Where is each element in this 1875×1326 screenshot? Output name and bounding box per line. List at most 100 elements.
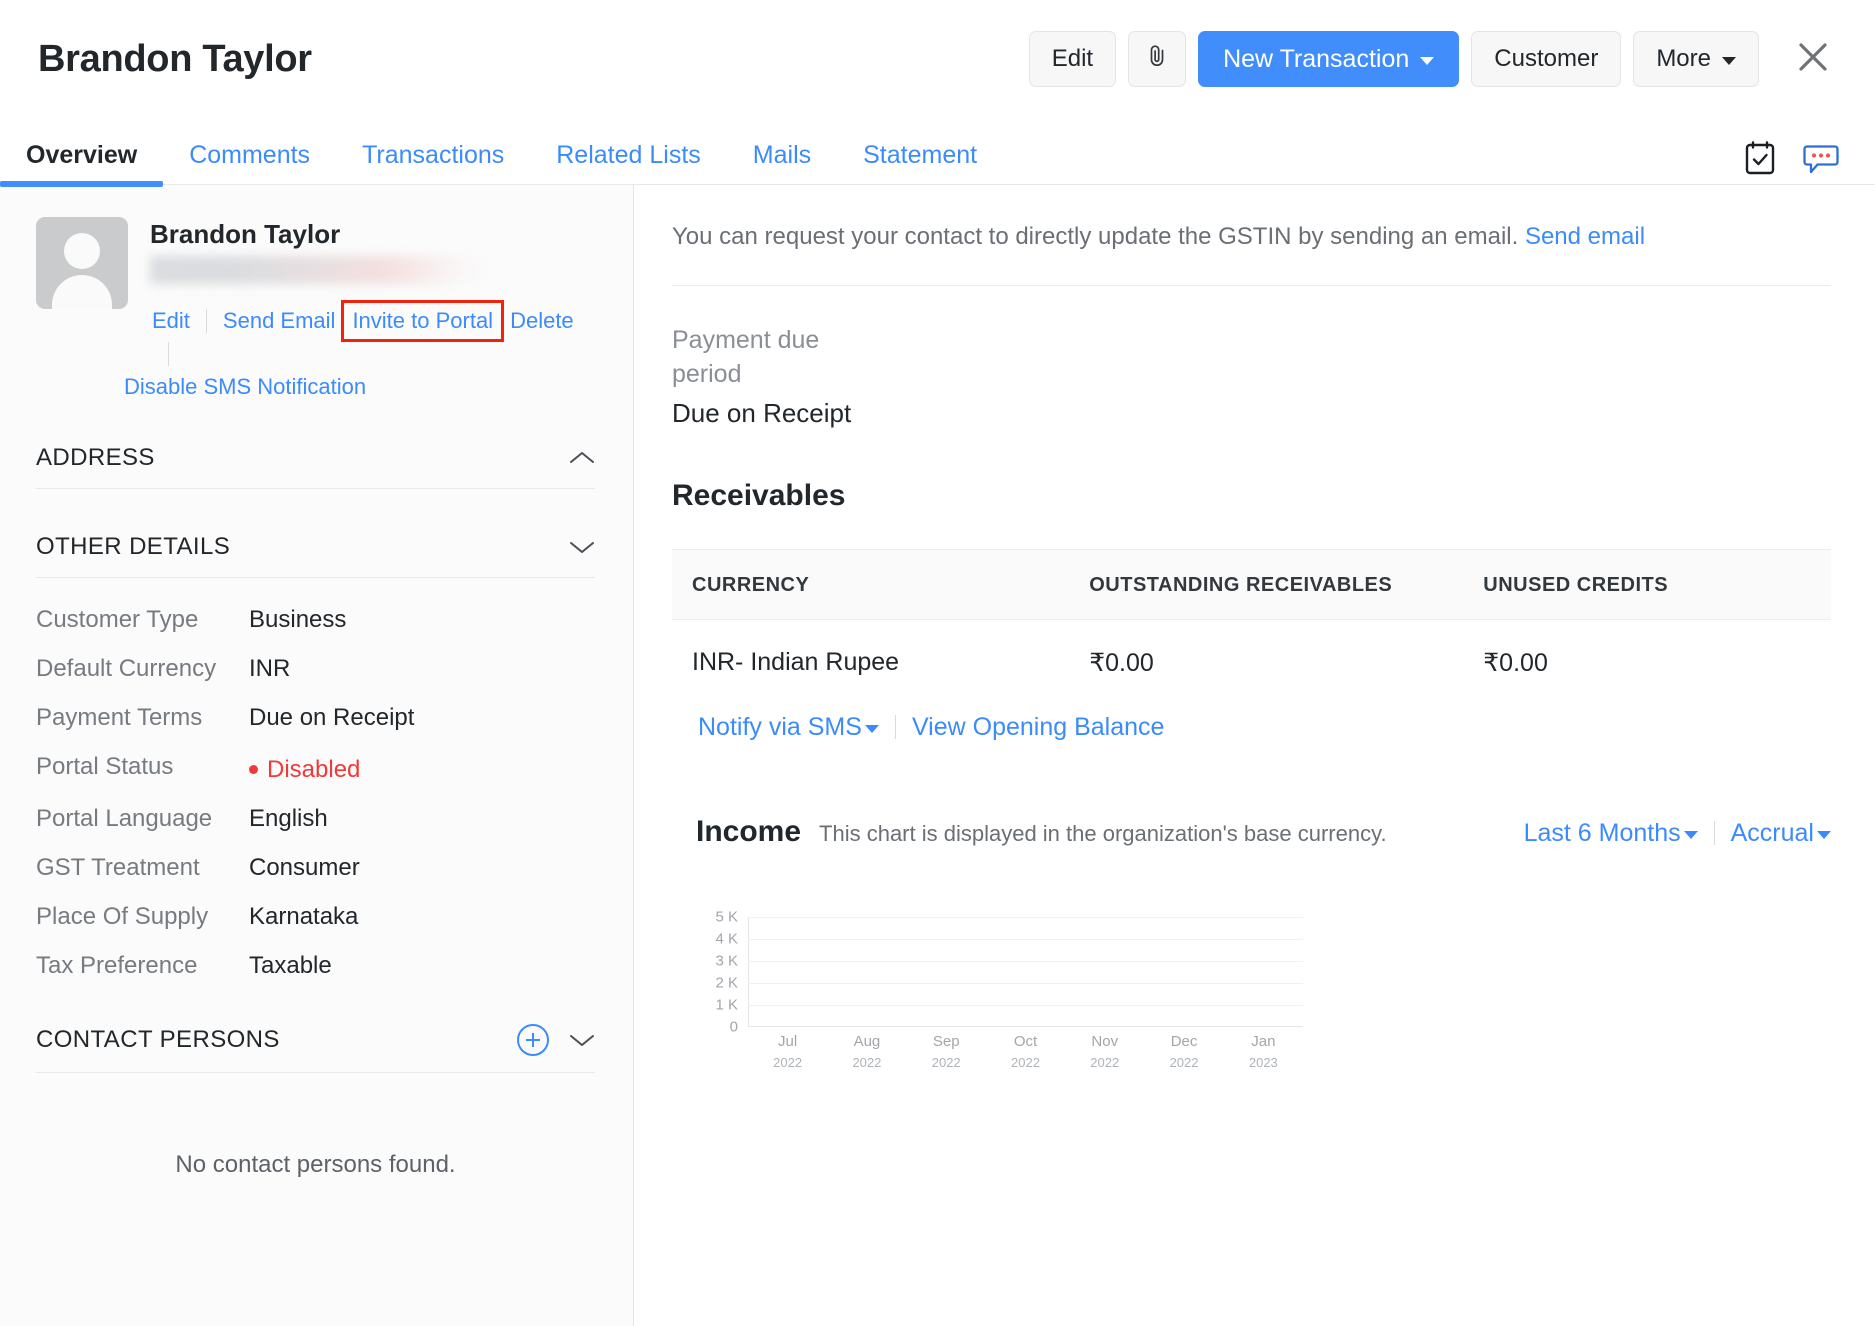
- disable-sms-notification-link[interactable]: Disable SMS Notification: [124, 371, 366, 402]
- status-badge-label: Disabled: [267, 756, 360, 784]
- chevron-up-icon[interactable]: [569, 450, 595, 466]
- chevron-down-icon[interactable]: [569, 539, 595, 555]
- detail-label: GST Treatment: [36, 854, 249, 882]
- gstin-note-text: You can request your contact to directly…: [672, 223, 1518, 250]
- tab-transactions[interactable]: Transactions: [336, 141, 530, 184]
- profile-delete-link[interactable]: Delete: [510, 305, 574, 337]
- section-other-details-title: OTHER DETAILS: [36, 533, 230, 561]
- y-tick-label: 0: [730, 1018, 738, 1035]
- chevron-down-icon[interactable]: [569, 1032, 595, 1048]
- customer-button[interactable]: Customer: [1471, 31, 1621, 87]
- x-tick-month: Sep: [933, 1033, 960, 1050]
- edit-button-label: Edit: [1052, 45, 1093, 73]
- chart-grid: [748, 917, 1303, 1027]
- customer-button-label: Customer: [1494, 45, 1598, 73]
- detail-row-gst-treatment: GST Treatment Consumer: [36, 854, 595, 882]
- section-contact-persons[interactable]: CONTACT PERSONS: [36, 1006, 595, 1073]
- detail-row-payment-terms: Payment Terms Due on Receipt: [36, 704, 595, 732]
- chart-x-axis-labels: Jul 2022 Aug 2022 Sep 2022 Oct: [748, 1031, 1303, 1073]
- income-chart-subtitle: This chart is displayed in the organizat…: [819, 821, 1387, 847]
- column-header-currency: CURRENCY: [672, 549, 1089, 619]
- income-chart-header: Income This chart is displayed in the or…: [696, 815, 1831, 851]
- x-tick-label: Jul 2022: [748, 1031, 827, 1073]
- basis-selector-label: Accrual: [1731, 819, 1814, 848]
- detail-label: Customer Type: [36, 606, 249, 634]
- profile-name: Brandon Taylor: [150, 219, 595, 250]
- chart-y-axis-labels: 5 K 4 K 3 K 2 K 1 K 0: [696, 917, 738, 1027]
- basis-selector-dropdown[interactable]: Accrual: [1731, 816, 1831, 851]
- tab-related-lists[interactable]: Related Lists: [530, 141, 727, 184]
- gridline: [748, 1005, 1303, 1006]
- receivables-table-head: CURRENCY OUTSTANDING RECEIVABLES UNUSED …: [672, 549, 1831, 619]
- chart-x-axis: [748, 1026, 1303, 1027]
- section-contact-persons-title: CONTACT PERSONS: [36, 1026, 280, 1054]
- income-chart-title: Income: [696, 815, 801, 849]
- chart-y-axis: [748, 917, 749, 1027]
- x-tick-year: 2022: [1065, 1053, 1144, 1073]
- edit-button[interactable]: Edit: [1029, 31, 1116, 87]
- cell-unused-credits: ₹0.00: [1483, 619, 1831, 704]
- x-tick-year: 2022: [827, 1053, 906, 1073]
- tab-mails[interactable]: Mails: [727, 141, 837, 184]
- invite-to-portal-highlight: Invite to Portal: [341, 300, 504, 342]
- profile-edit-link[interactable]: Edit: [152, 305, 190, 337]
- profile-email-redacted: [150, 256, 480, 284]
- profile-send-email-link[interactable]: Send Email: [223, 305, 336, 337]
- new-transaction-button[interactable]: New Transaction: [1198, 31, 1459, 87]
- column-header-outstanding-receivables: OUTSTANDING RECEIVABLES: [1089, 549, 1483, 619]
- x-tick-year: 2022: [1144, 1053, 1223, 1073]
- section-address[interactable]: ADDRESS: [36, 426, 595, 489]
- x-tick-month: Nov: [1091, 1033, 1118, 1050]
- y-tick-label: 1 K: [715, 996, 738, 1013]
- tab-statement-label: Statement: [863, 141, 977, 169]
- close-button[interactable]: [1787, 33, 1839, 85]
- add-contact-person-button[interactable]: [517, 1024, 549, 1056]
- view-opening-balance-link[interactable]: View Opening Balance: [912, 710, 1165, 745]
- detail-label: Portal Status: [36, 753, 249, 781]
- receivables-links: Notify via SMS View Opening Balance: [672, 710, 1831, 745]
- cell-currency: INR- Indian Rupee: [672, 619, 1089, 704]
- section-other-details-actions: [569, 539, 595, 555]
- x-tick-year: 2022: [748, 1053, 827, 1073]
- page-header: Brandon Taylor Edit New Transaction Cust…: [0, 0, 1875, 118]
- y-tick-label: 3 K: [715, 952, 738, 969]
- section-other-details[interactable]: OTHER DETAILS: [36, 515, 595, 578]
- sidebar-panel: Brandon Taylor Edit Send Email Invite to…: [0, 185, 634, 1326]
- clipboard-check-icon[interactable]: [1743, 140, 1777, 176]
- tab-bar: Overview Comments Transactions Related L…: [0, 118, 1875, 184]
- detail-value: Due on Receipt: [249, 704, 414, 732]
- x-tick-month: Oct: [1014, 1033, 1037, 1050]
- status-dot-icon: [249, 765, 258, 774]
- notify-via-sms-dropdown[interactable]: Notify via SMS: [698, 710, 879, 745]
- gstin-send-email-link[interactable]: Send email: [1525, 220, 1645, 253]
- more-button-label: More: [1656, 45, 1711, 73]
- chevron-down-icon: [1722, 57, 1736, 65]
- gridline: [748, 961, 1303, 962]
- avatar: [36, 217, 128, 309]
- tab-overview-label: Overview: [26, 141, 137, 169]
- payment-due-period-label: Payment due period: [672, 324, 822, 392]
- x-tick-month: Aug: [854, 1033, 881, 1050]
- detail-row-portal-language: Portal Language English: [36, 805, 595, 833]
- period-selector-dropdown[interactable]: Last 6 Months: [1524, 816, 1698, 851]
- more-button[interactable]: More: [1633, 31, 1759, 87]
- table-header-row: CURRENCY OUTSTANDING RECEIVABLES UNUSED …: [672, 549, 1831, 619]
- gridline: [748, 983, 1303, 984]
- detail-label: Place Of Supply: [36, 903, 249, 931]
- detail-row-customer-type: Customer Type Business: [36, 606, 595, 634]
- cell-outstanding-receivables: ₹0.00: [1089, 619, 1483, 704]
- attach-button[interactable]: [1128, 31, 1186, 87]
- main-panel: You can request your contact to directly…: [634, 185, 1875, 1326]
- tab-mails-label: Mails: [753, 141, 811, 169]
- tab-comments[interactable]: Comments: [163, 141, 336, 184]
- receivables-table: CURRENCY OUTSTANDING RECEIVABLES UNUSED …: [672, 549, 1831, 704]
- tab-statement[interactable]: Statement: [837, 141, 1003, 184]
- income-chart-plot: 5 K 4 K 3 K 2 K 1 K 0: [696, 917, 1831, 1077]
- detail-value: Karnataka: [249, 903, 358, 931]
- profile-invite-to-portal-link[interactable]: Invite to Portal: [352, 305, 493, 337]
- comment-bubble-icon[interactable]: [1803, 141, 1839, 175]
- tab-overview[interactable]: Overview: [0, 141, 163, 184]
- detail-label: Tax Preference: [36, 952, 249, 980]
- section-address-actions: [569, 450, 595, 466]
- detail-row-place-of-supply: Place Of Supply Karnataka: [36, 903, 595, 931]
